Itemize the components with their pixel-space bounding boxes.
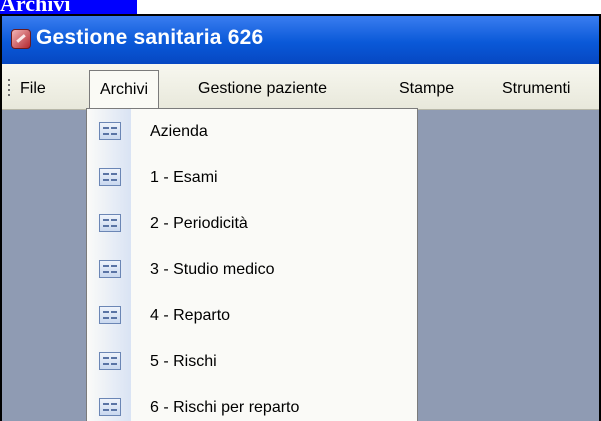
form-icon: [99, 168, 121, 186]
menu-strumenti[interactable]: Strumenti: [502, 80, 570, 98]
menu-gestione-paziente[interactable]: Gestione paziente: [198, 80, 327, 98]
menu-item-rischi[interactable]: 5 - Rischi: [87, 339, 417, 385]
form-icon: [99, 260, 121, 278]
menu-item-reparto[interactable]: 4 - Reparto: [87, 293, 417, 339]
menu-item-periodicita[interactable]: 2 - Periodicità: [87, 201, 417, 247]
menu-item-azienda[interactable]: Azienda: [87, 109, 417, 155]
menu-item-label: 1 - Esami: [150, 169, 218, 186]
title-bar[interactable]: Gestione sanitaria 626: [2, 16, 599, 64]
app-key-icon[interactable]: [11, 29, 31, 49]
menu-item-label: 5 - Rischi: [150, 353, 217, 370]
app-window: Gestione sanitaria 626 File Archivi Gest…: [0, 14, 601, 421]
page-heading: Archivi: [0, 0, 137, 14]
menu-archivi[interactable]: Archivi: [89, 70, 160, 108]
form-icon: [99, 306, 121, 324]
menu-item-studio-medico[interactable]: 3 - Studio medico: [87, 247, 417, 293]
menu-bar: File Archivi Gestione paziente Stampe St…: [2, 64, 599, 110]
toolbar-grip-icon[interactable]: [8, 79, 11, 96]
menu-item-label: 2 - Periodicità: [150, 215, 248, 232]
menu-file[interactable]: File: [20, 80, 46, 98]
window-title: Gestione sanitaria 626: [36, 26, 264, 49]
archivi-dropdown-menu: Azienda 1 - Esami 2 - Periodicità 3 - St…: [86, 108, 418, 421]
menu-item-label: 6 - Rischi per reparto: [150, 399, 300, 416]
page-heading-text: Archivi: [0, 0, 71, 14]
form-icon: [99, 122, 121, 140]
form-icon: [99, 352, 121, 370]
menu-stampe[interactable]: Stampe: [399, 80, 454, 98]
menu-item-label: Azienda: [150, 123, 208, 140]
menu-item-esami[interactable]: 1 - Esami: [87, 155, 417, 201]
menu-item-label: 3 - Studio medico: [150, 261, 275, 278]
form-icon: [99, 214, 121, 232]
menu-item-rischi-per-reparto[interactable]: 6 - Rischi per reparto: [87, 385, 417, 421]
menu-item-label: 4 - Reparto: [150, 307, 231, 324]
form-icon: [99, 398, 121, 416]
